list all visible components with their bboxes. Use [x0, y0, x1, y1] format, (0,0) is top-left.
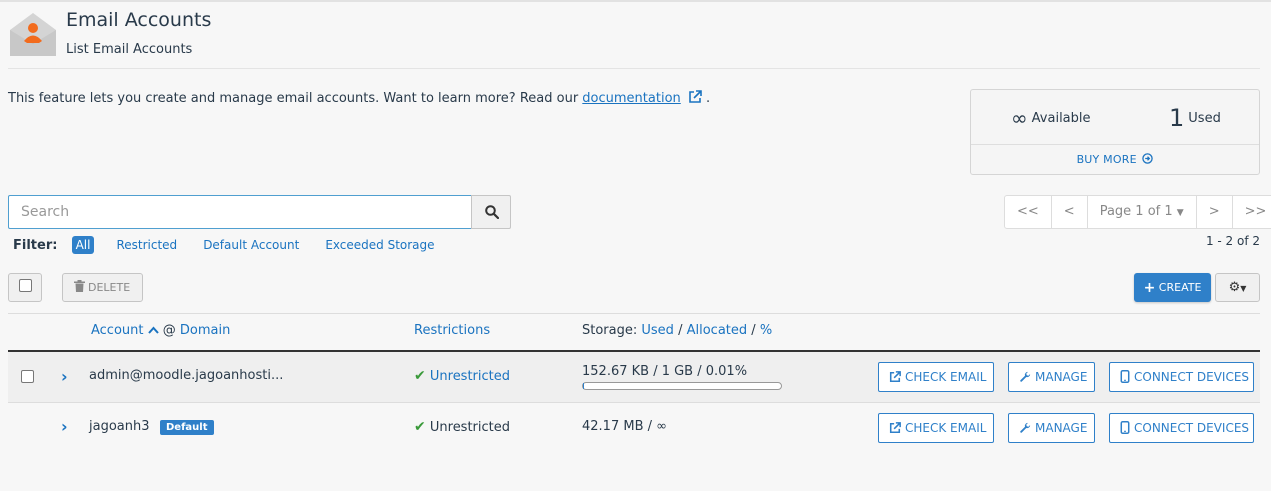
stats-row: ∞ Available 1 Used — [971, 90, 1259, 145]
filter-restricted[interactable]: Restricted — [112, 236, 181, 254]
manage-label: MANAGE — [1035, 370, 1088, 384]
wrench-icon — [1020, 422, 1031, 433]
description-text: This feature lets you create and manage … — [8, 91, 583, 106]
separator: / — [678, 323, 683, 338]
wrench-icon — [1020, 371, 1031, 382]
select-all-checkbox[interactable] — [19, 279, 32, 292]
manage-label: MANAGE — [1035, 421, 1088, 435]
used-stat: 1 Used — [1169, 104, 1221, 132]
divider — [8, 68, 1260, 69]
sort-by-domain[interactable]: Domain — [180, 323, 230, 338]
select-all-button[interactable] — [8, 273, 42, 302]
restriction-status: ✔ Unrestricted — [414, 419, 510, 435]
available-value: ∞ — [1011, 106, 1028, 130]
external-link-icon — [889, 371, 901, 383]
feature-description: This feature lets you create and manage … — [8, 90, 710, 106]
account-name: jagoanh3 — [89, 419, 150, 434]
storage-usage: 152.67 KB / 1 GB / 0.01% — [582, 364, 748, 379]
next-page-button[interactable]: > — [1197, 196, 1233, 228]
plus-icon: + — [1143, 280, 1156, 296]
pagination: << < Page 1 of 1 ▼ > >> — [1004, 195, 1271, 229]
mobile-device-icon — [1120, 370, 1130, 383]
email-accounts-icon — [8, 10, 58, 58]
create-label: CREATE — [1158, 281, 1202, 294]
prev-page-button[interactable]: < — [1052, 196, 1088, 228]
create-button[interactable]: + CREATE — [1134, 273, 1211, 302]
storage-progress-fill — [583, 383, 584, 389]
sort-by-percent[interactable]: % — [760, 323, 772, 338]
filter-exceeded-storage[interactable]: Exceeded Storage — [321, 236, 438, 254]
default-badge: Default — [160, 420, 214, 435]
check-email-button[interactable]: CHECK EMAIL — [878, 362, 994, 392]
filter-default-account[interactable]: Default Account — [199, 236, 303, 254]
check-email-label: CHECK EMAIL — [905, 421, 987, 435]
external-link-icon — [889, 422, 901, 434]
account-name: admin@moodle.jagoanhosti... — [89, 368, 284, 383]
arrow-circle-right-icon — [1142, 153, 1154, 164]
restriction-text: Unrestricted — [429, 420, 511, 435]
result-count: 1 - 2 of 2 — [1205, 234, 1260, 248]
at-sign: @ — [162, 323, 176, 338]
trash-icon — [74, 280, 85, 292]
expand-chevron-icon[interactable]: › — [61, 367, 68, 386]
row-checkbox[interactable] — [21, 370, 34, 383]
connect-devices-button[interactable]: CONNECT DEVICES — [1109, 362, 1254, 392]
storage-column-header: Storage: Used / Allocated / % — [582, 323, 772, 338]
expand-chevron-icon[interactable]: › — [61, 417, 68, 436]
check-icon: ✔ — [414, 419, 426, 435]
external-link-icon — [689, 90, 702, 103]
documentation-link[interactable]: documentation — [582, 91, 680, 106]
sort-by-account[interactable]: Account — [91, 323, 144, 338]
caret-down-icon: ▼ — [1176, 208, 1184, 218]
check-email-label: CHECK EMAIL — [905, 370, 987, 384]
storage-progress-bar — [582, 382, 782, 390]
description-suffix: . — [701, 91, 711, 106]
storage-usage: 42.17 MB / ∞ — [582, 419, 667, 434]
account-stats-panel: ∞ Available 1 Used BUY MORE — [970, 89, 1260, 175]
available-stat: ∞ Available — [1011, 106, 1091, 130]
sort-up-icon — [147, 326, 159, 334]
buy-more-link[interactable]: BUY MORE — [971, 153, 1259, 166]
caret-down-icon: ▼ — [1240, 284, 1247, 293]
delete-label: DELETE — [88, 281, 131, 294]
buy-more-label: BUY MORE — [1076, 153, 1137, 166]
filter-all[interactable]: All — [71, 236, 95, 254]
manage-button[interactable]: MANAGE — [1008, 413, 1095, 443]
check-email-button[interactable]: CHECK EMAIL — [878, 413, 994, 443]
search-input[interactable] — [8, 195, 472, 229]
filter-bar: Filter: All Restricted Default Account Exce… — [13, 236, 457, 254]
sort-by-used[interactable]: Used — [641, 323, 674, 338]
page-subtitle: List Email Accounts — [66, 42, 193, 57]
last-page-button[interactable]: >> — [1233, 196, 1271, 228]
delete-button[interactable]: DELETE — [62, 273, 143, 302]
sort-by-allocated[interactable]: Allocated — [687, 323, 748, 338]
connect-devices-label: CONNECT DEVICES — [1134, 370, 1250, 384]
page-select[interactable]: Page 1 of 1 ▼ — [1088, 196, 1197, 228]
account-column-header: Account @ Domain — [91, 323, 230, 338]
connect-devices-button[interactable]: CONNECT DEVICES — [1109, 413, 1254, 443]
mobile-device-icon — [1120, 421, 1130, 434]
page-label: Page 1 of 1 — [1099, 204, 1173, 219]
restriction-status: ✔ Unrestricted — [414, 368, 510, 384]
first-page-button[interactable]: << — [1005, 196, 1052, 228]
available-label: Available — [1031, 110, 1091, 126]
storage-label: Storage: — [582, 323, 638, 338]
connect-devices-label: CONNECT DEVICES — [1134, 421, 1250, 435]
check-icon: ✔ — [414, 368, 426, 384]
restriction-link[interactable]: Unrestricted — [430, 369, 510, 384]
manage-button[interactable]: MANAGE — [1008, 362, 1095, 392]
search-button[interactable] — [471, 195, 511, 229]
top-border — [0, 0, 1271, 2]
page-title: Email Accounts — [66, 9, 212, 31]
separator: / — [751, 323, 756, 338]
restrictions-column-header[interactable]: Restrictions — [414, 323, 490, 338]
search-icon — [485, 205, 499, 219]
table-top-border — [8, 313, 1260, 314]
settings-dropdown-button[interactable]: ⚙▼ — [1215, 273, 1260, 302]
filter-label: Filter: — [13, 238, 58, 253]
gear-icon: ⚙ — [1228, 280, 1241, 295]
used-value: 1 — [1169, 104, 1185, 132]
used-label: Used — [1188, 110, 1221, 126]
